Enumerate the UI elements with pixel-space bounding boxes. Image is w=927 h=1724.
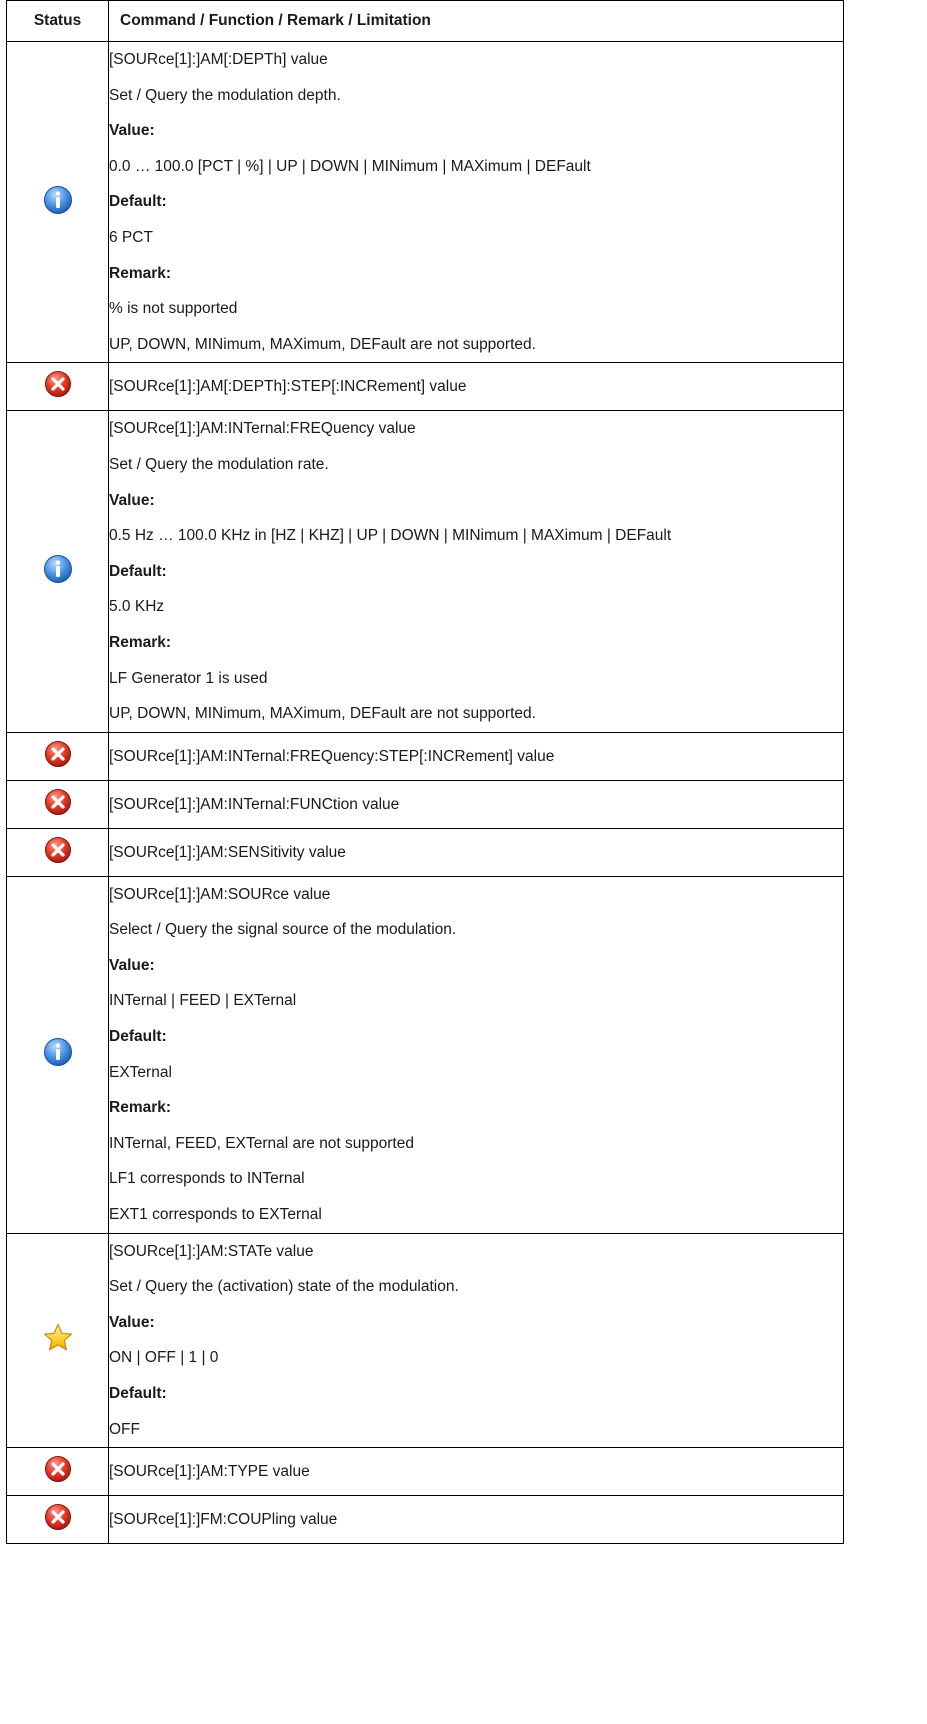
command-description-cell: [SOURce[1]:]AM:INTernal:FREQuency:STEP[:… [108, 731, 844, 781]
status-cell [6, 40, 109, 364]
table-row: [SOURce[1]:]AM:SOURce value Select / Quer… [6, 875, 844, 1234]
command-syntax: [SOURce[1]:]AM:INTernal:FREQuency value [109, 420, 416, 438]
description-line: 6 PCT [109, 228, 153, 246]
section-label: Default: [109, 1028, 167, 1046]
section-label: Default: [109, 562, 167, 580]
section-label: Value: [109, 1313, 155, 1331]
status-cell [6, 362, 109, 412]
description-line: ON | OFF | 1 | 0 [109, 1349, 219, 1367]
status-cell [6, 731, 109, 781]
command-description-cell: [SOURce[1]:]AM:STATe value Set / Query th… [108, 1232, 844, 1449]
table-row: [SOURce[1]:]AM:INTernal:FUNCtion value [6, 779, 844, 829]
command-syntax: [SOURce[1]:]AM:TYPE value [109, 1463, 310, 1481]
status-cell [6, 410, 109, 733]
section-label: Remark: [109, 1099, 172, 1117]
not-supported-icon [44, 370, 72, 403]
star-icon [42, 1322, 74, 1359]
status-cell [6, 1495, 109, 1545]
section-label: Remark: [109, 264, 172, 282]
section-label: Remark: [109, 633, 172, 651]
description-line: EXT1 corresponds to EXTernal [109, 1206, 322, 1224]
not-supported-icon [44, 740, 72, 773]
section-label: Value: [109, 491, 155, 509]
status-column-header: Status [6, 0, 109, 42]
command-table: Status Command / Function / Remark / Lim… [6, 0, 844, 1545]
description-line: OFF [109, 1420, 140, 1438]
description-line: Set / Query the modulation depth. [109, 86, 341, 104]
command-description-cell: [SOURce[1]:]AM:INTernal:FUNCtion value [108, 779, 844, 829]
description-line: % is not supported [109, 300, 238, 318]
table-row: [SOURce[1]:]AM[:DEPTh]:STEP[:INCRement] … [6, 362, 844, 412]
command-syntax: [SOURce[1]:]AM[:DEPTh] value [109, 51, 328, 68]
info-icon [43, 1037, 73, 1072]
status-cell [6, 875, 109, 1234]
table-row: [SOURce[1]:]FM:COUPling value [6, 1495, 844, 1545]
status-cell [6, 1447, 109, 1497]
section-label: Default: [109, 1385, 167, 1402]
table-row: [SOURce[1]:]AM:INTernal:FREQuency:STEP[:… [6, 731, 844, 781]
command-syntax: [SOURce[1]:]AM[:DEPTh]:STEP[:INCRement] … [109, 378, 467, 396]
command-column-header: Command / Function / Remark / Limitation [108, 0, 844, 42]
command-syntax: [SOURce[1]:]AM:SOURce value [109, 885, 331, 903]
description-line: 5.0 KHz [109, 598, 165, 616]
description-line: Select / Query the signal source of the … [109, 921, 457, 939]
not-supported-icon [44, 1455, 72, 1488]
description-line: LF1 corresponds to INTernal [109, 1170, 305, 1188]
description-line: Set / Query the modulation rate. [109, 455, 329, 473]
command-description-cell: [SOURce[1]:]AM:TYPE value [108, 1447, 844, 1497]
command-syntax: [SOURce[1]:]AM:SENSitivity value [109, 843, 346, 861]
not-supported-icon [44, 1503, 72, 1536]
table-row: [SOURce[1]:]AM[:DEPTh] value Set / Query … [6, 40, 844, 364]
status-cell [6, 827, 109, 877]
status-cell [6, 779, 109, 829]
description-line: 0.0 … 100.0 [PCT | %] | UP | DOWN | MINi… [109, 157, 591, 175]
table-row: [SOURce[1]:]AM:STATe value Set / Query th… [6, 1232, 844, 1449]
not-supported-icon [44, 788, 72, 821]
description-line: 0.5 Hz … 100.0 KHz in [HZ | KHZ] | UP | … [109, 527, 672, 545]
table-row: [SOURce[1]:]AM:SENSitivity value [6, 827, 844, 877]
description-line: Set / Query the (activation) state of th… [109, 1278, 459, 1296]
description-line: UP, DOWN, MINimum, MAXimum, DEFault are … [109, 335, 536, 353]
command-description-cell: [SOURce[1]:]FM:COUPling value [108, 1495, 844, 1545]
command-description-cell: [SOURce[1]:]AM[:DEPTh] value Set / Query … [108, 40, 844, 364]
command-description-cell: [SOURce[1]:]AM[:DEPTh]:STEP[:INCRement] … [108, 362, 844, 412]
command-syntax: [SOURce[1]:]AM:INTernal:FUNCtion value [109, 795, 400, 813]
status-cell [6, 1232, 109, 1449]
command-description-cell: [SOURce[1]:]AM:INTernal:FREQuency value S… [108, 410, 844, 733]
command-description-cell: [SOURce[1]:]AM:SENSitivity value [108, 827, 844, 877]
command-description-cell: [SOURce[1]:]AM:SOURce value Select / Quer… [108, 875, 844, 1234]
command-reference-page: Status Command / Function / Remark / Lim… [6, 0, 844, 1545]
description-line: EXTernal [109, 1063, 172, 1081]
description-line: LF Generator 1 is used [109, 669, 268, 687]
table-body: [SOURce[1]:]AM[:DEPTh] value Set / Query … [6, 40, 844, 1545]
table-header-row: Status Command / Function / Remark / Lim… [6, 0, 844, 42]
section-label: Value: [109, 956, 155, 974]
description-line: INTernal | FEED | EXTernal [109, 992, 297, 1010]
not-supported-icon [44, 836, 72, 869]
description-line: INTernal, FEED, EXTernal are not support… [109, 1134, 414, 1152]
command-syntax: [SOURce[1]:]AM:STATe value [109, 1242, 314, 1260]
section-label: Default: [109, 193, 167, 211]
info-icon [43, 554, 73, 589]
command-syntax: [SOURce[1]:]FM:COUPling value [109, 1511, 338, 1529]
table-row: [SOURce[1]:]AM:INTernal:FREQuency value S… [6, 410, 844, 733]
description-line: UP, DOWN, MINimum, MAXimum, DEFault are … [109, 705, 536, 723]
command-syntax: [SOURce[1]:]AM:INTernal:FREQuency:STEP[:… [109, 747, 555, 765]
table-row: [SOURce[1]:]AM:TYPE value [6, 1447, 844, 1497]
section-label: Value: [109, 122, 155, 140]
info-icon [43, 185, 73, 220]
